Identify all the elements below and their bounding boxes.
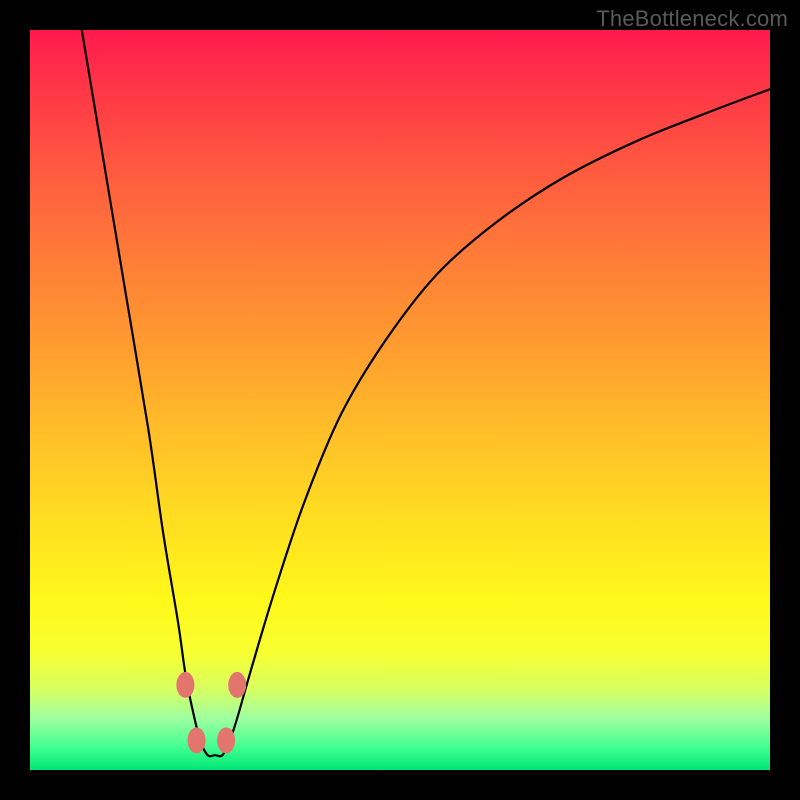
chart-plot-area — [30, 30, 770, 770]
marker-left-upper — [176, 672, 194, 698]
marker-right-upper — [228, 672, 246, 698]
marker-right-lower — [217, 727, 235, 753]
bottleneck-curve-svg — [30, 30, 770, 770]
bottleneck-curve — [82, 30, 770, 756]
watermark-text: TheBottleneck.com — [596, 6, 788, 32]
curve-markers — [176, 672, 246, 754]
marker-left-lower — [188, 727, 206, 753]
